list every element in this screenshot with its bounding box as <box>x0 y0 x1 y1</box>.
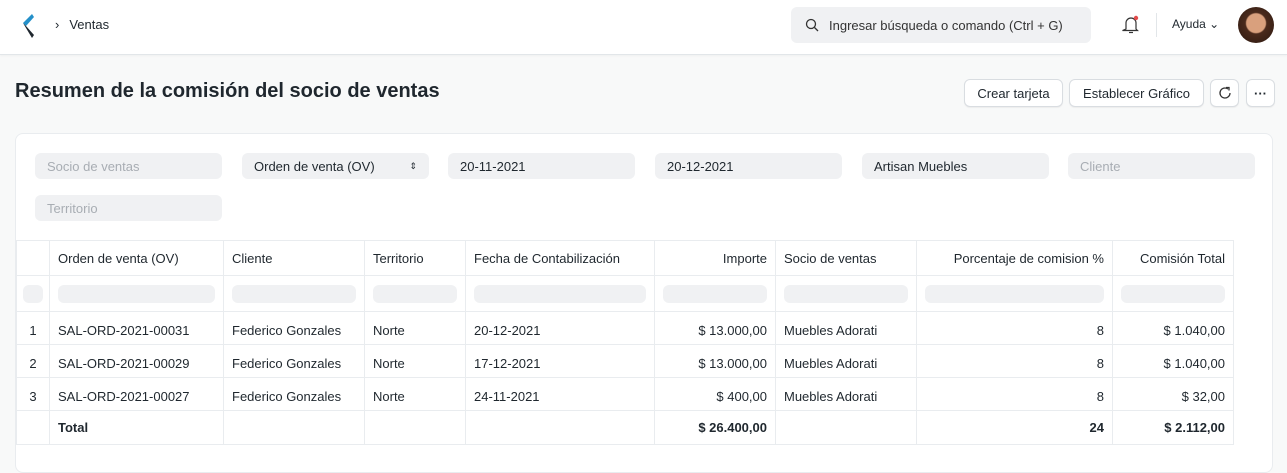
pct-cell[interactable]: 8 <box>916 311 1113 345</box>
doctype-select[interactable]: Orden de venta (OV) ⇕ <box>242 153 429 179</box>
filter-cell[interactable] <box>58 284 215 303</box>
date-cell[interactable]: 24-11-2021 <box>465 377 655 411</box>
col-partner[interactable]: Socio de ventas <box>775 240 917 276</box>
total-row: Total $ 26.400,00 24 $ 2.112,00 <box>16 410 1234 445</box>
app-logo[interactable] <box>20 13 36 39</box>
amount-cell[interactable]: $ 13.000,00 <box>654 311 776 345</box>
total-pct: 24 <box>916 410 1113 445</box>
row-number[interactable]: 1 <box>16 311 50 345</box>
col-date[interactable]: Fecha de Contabilización <box>465 240 655 276</box>
customer-cell[interactable]: Federico Gonzales <box>223 377 365 411</box>
navbar: › Ventas Ingresar búsqueda o comando (Ctr… <box>0 0 1287 55</box>
page-title: Resumen de la comisión del socio de vent… <box>15 80 440 102</box>
breadcrumb: › Ventas <box>55 17 109 32</box>
chevron-right-icon: › <box>55 17 60 32</box>
commission-cell[interactable]: $ 1.040,00 <box>1112 311 1234 345</box>
col-order[interactable]: Orden de venta (OV) <box>49 240 224 276</box>
total-label: Total <box>49 410 224 445</box>
filter-cell[interactable] <box>23 284 43 303</box>
to-date-filter[interactable]: 20-12-2021 <box>655 153 842 179</box>
pct-cell[interactable]: 8 <box>916 344 1113 378</box>
sales-partner-filter[interactable]: Socio de ventas <box>35 153 222 179</box>
total-amount: $ 26.400,00 <box>654 410 776 445</box>
filter-row <box>16 275 1234 312</box>
table-header: Orden de venta (OV) Cliente Territorio F… <box>16 240 1234 276</box>
date-cell[interactable]: 20-12-2021 <box>465 311 655 345</box>
company-filter[interactable]: Artisan Muebles <box>862 153 1049 179</box>
date-cell[interactable]: 17-12-2021 <box>465 344 655 378</box>
report-card: Socio de ventas Orden de venta (OV) ⇕ 20-… <box>15 133 1273 473</box>
customer-cell[interactable]: Federico Gonzales <box>223 344 365 378</box>
amount-cell[interactable]: $ 400,00 <box>654 377 776 411</box>
select-arrows-icon: ⇕ <box>409 160 417 171</box>
territory-cell[interactable]: Norte <box>364 377 466 411</box>
filter-cell[interactable] <box>232 284 356 303</box>
col-commission[interactable]: Comisión Total <box>1112 240 1234 276</box>
amount-cell[interactable]: $ 13.000,00 <box>654 344 776 378</box>
col-customer[interactable]: Cliente <box>223 240 365 276</box>
search-placeholder: Ingresar búsqueda o comando (Ctrl + G) <box>829 17 1063 33</box>
notification-bell-icon[interactable] <box>1122 15 1140 35</box>
filter-cell[interactable] <box>925 284 1104 303</box>
customer-cell[interactable]: Federico Gonzales <box>223 311 365 345</box>
filter-cell[interactable] <box>373 284 457 303</box>
refresh-button[interactable] <box>1210 79 1239 107</box>
help-dropdown[interactable]: Ayuda ⌄ <box>1172 17 1219 31</box>
set-chart-button[interactable]: Establecer Gráfico <box>1069 79 1204 107</box>
filter-cell[interactable] <box>663 284 767 303</box>
order-cell[interactable]: SAL-ORD-2021-00031 <box>49 311 224 345</box>
partner-cell[interactable]: Muebles Adorati <box>775 344 917 378</box>
refresh-icon <box>1218 86 1231 99</box>
search-bar[interactable]: Ingresar búsqueda o comando (Ctrl + G) <box>791 7 1091 43</box>
customer-filter[interactable]: Cliente <box>1068 153 1255 179</box>
table-row[interactable]: 3 SAL-ORD-2021-00027 Federico Gonzales Nort… <box>16 377 1234 411</box>
chevron-down-icon: ⌄ <box>1209 17 1220 31</box>
filter-cell[interactable] <box>1121 284 1225 303</box>
table-row[interactable]: 1 SAL-ORD-2021-00031 Federico Gonzales Nort… <box>16 311 1234 345</box>
order-cell[interactable]: SAL-ORD-2021-00027 <box>49 377 224 411</box>
breadcrumb-ventas[interactable]: Ventas <box>69 17 109 32</box>
report-table: Orden de venta (OV) Cliente Territorio F… <box>16 240 1234 445</box>
help-label: Ayuda <box>1172 17 1206 31</box>
col-pct[interactable]: Porcentaje de comision % <box>916 240 1113 276</box>
divider <box>1156 13 1157 37</box>
search-icon <box>805 18 819 32</box>
row-number[interactable]: 2 <box>16 344 50 378</box>
order-cell[interactable]: SAL-ORD-2021-00029 <box>49 344 224 378</box>
commission-cell[interactable]: $ 32,00 <box>1112 377 1234 411</box>
col-amount[interactable]: Importe <box>654 240 776 276</box>
ellipsis-icon: ··· <box>1254 85 1267 101</box>
partner-cell[interactable]: Muebles Adorati <box>775 311 917 345</box>
total-commission: $ 2.112,00 <box>1112 410 1234 445</box>
filter-cell[interactable] <box>784 284 908 303</box>
row-number[interactable]: 3 <box>16 377 50 411</box>
pct-cell[interactable]: 8 <box>916 377 1113 411</box>
territory-cell[interactable]: Norte <box>364 344 466 378</box>
territory-cell[interactable]: Norte <box>364 311 466 345</box>
territory-filter[interactable]: Territorio <box>35 195 222 221</box>
table-row[interactable]: 2 SAL-ORD-2021-00029 Federico Gonzales Nort… <box>16 344 1234 378</box>
more-options-button[interactable]: ··· <box>1246 79 1275 107</box>
doctype-value: Orden de venta (OV) <box>254 158 375 174</box>
partner-cell[interactable]: Muebles Adorati <box>775 377 917 411</box>
create-card-button[interactable]: Crear tarjeta <box>964 79 1063 107</box>
user-avatar[interactable] <box>1238 7 1274 43</box>
commission-cell[interactable]: $ 1.040,00 <box>1112 344 1234 378</box>
filter-cell[interactable] <box>474 284 646 303</box>
from-date-filter[interactable]: 20-11-2021 <box>448 153 635 179</box>
col-territory[interactable]: Territorio <box>364 240 466 276</box>
